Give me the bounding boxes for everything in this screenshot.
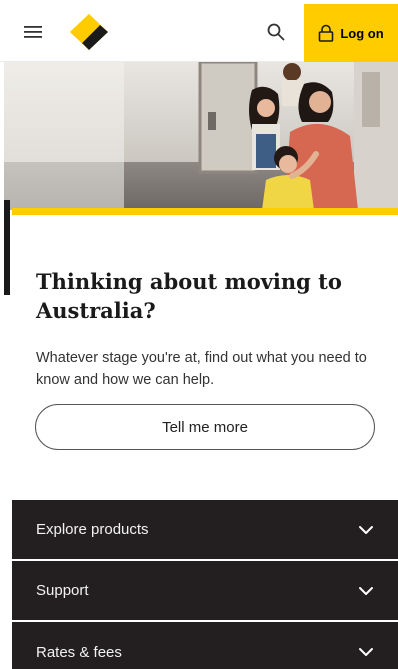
search-button[interactable] [262, 18, 290, 46]
tell-me-more-button[interactable]: Tell me more [35, 404, 375, 450]
chevron-down-icon [359, 586, 373, 595]
hamburger-menu-icon [24, 26, 42, 38]
hero-shadow [4, 200, 10, 295]
promo-card: Thinking about moving to Australia? What… [12, 208, 398, 500]
log-on-button[interactable]: Log on [304, 4, 398, 62]
family-photo [4, 62, 398, 210]
hero-image [4, 62, 398, 210]
accordion-label: Rates & fees [36, 643, 122, 661]
chevron-down-icon [359, 525, 373, 534]
diamond-logo-icon [70, 14, 108, 50]
accordion-explore-products[interactable]: Explore products [12, 500, 398, 560]
lock-icon [319, 24, 334, 42]
search-icon [267, 23, 285, 41]
menu-button[interactable] [22, 21, 46, 43]
log-on-label: Log on [340, 25, 384, 41]
page: Log on Thinking about moving to Australi… [0, 0, 398, 669]
site-header: Log on [0, 0, 398, 62]
chevron-down-icon [359, 648, 373, 656]
card-title: Thinking about moving to Australia? [36, 269, 342, 323]
card-description: Whatever stage you're at, find out what … [36, 350, 367, 388]
accordion-support[interactable]: Support [12, 561, 398, 621]
accordion-label: Explore products [36, 521, 149, 538]
logo[interactable] [66, 12, 112, 52]
accordion-rates-fees[interactable]: Rates & fees [12, 622, 398, 669]
accordion-label: Support [36, 582, 89, 599]
